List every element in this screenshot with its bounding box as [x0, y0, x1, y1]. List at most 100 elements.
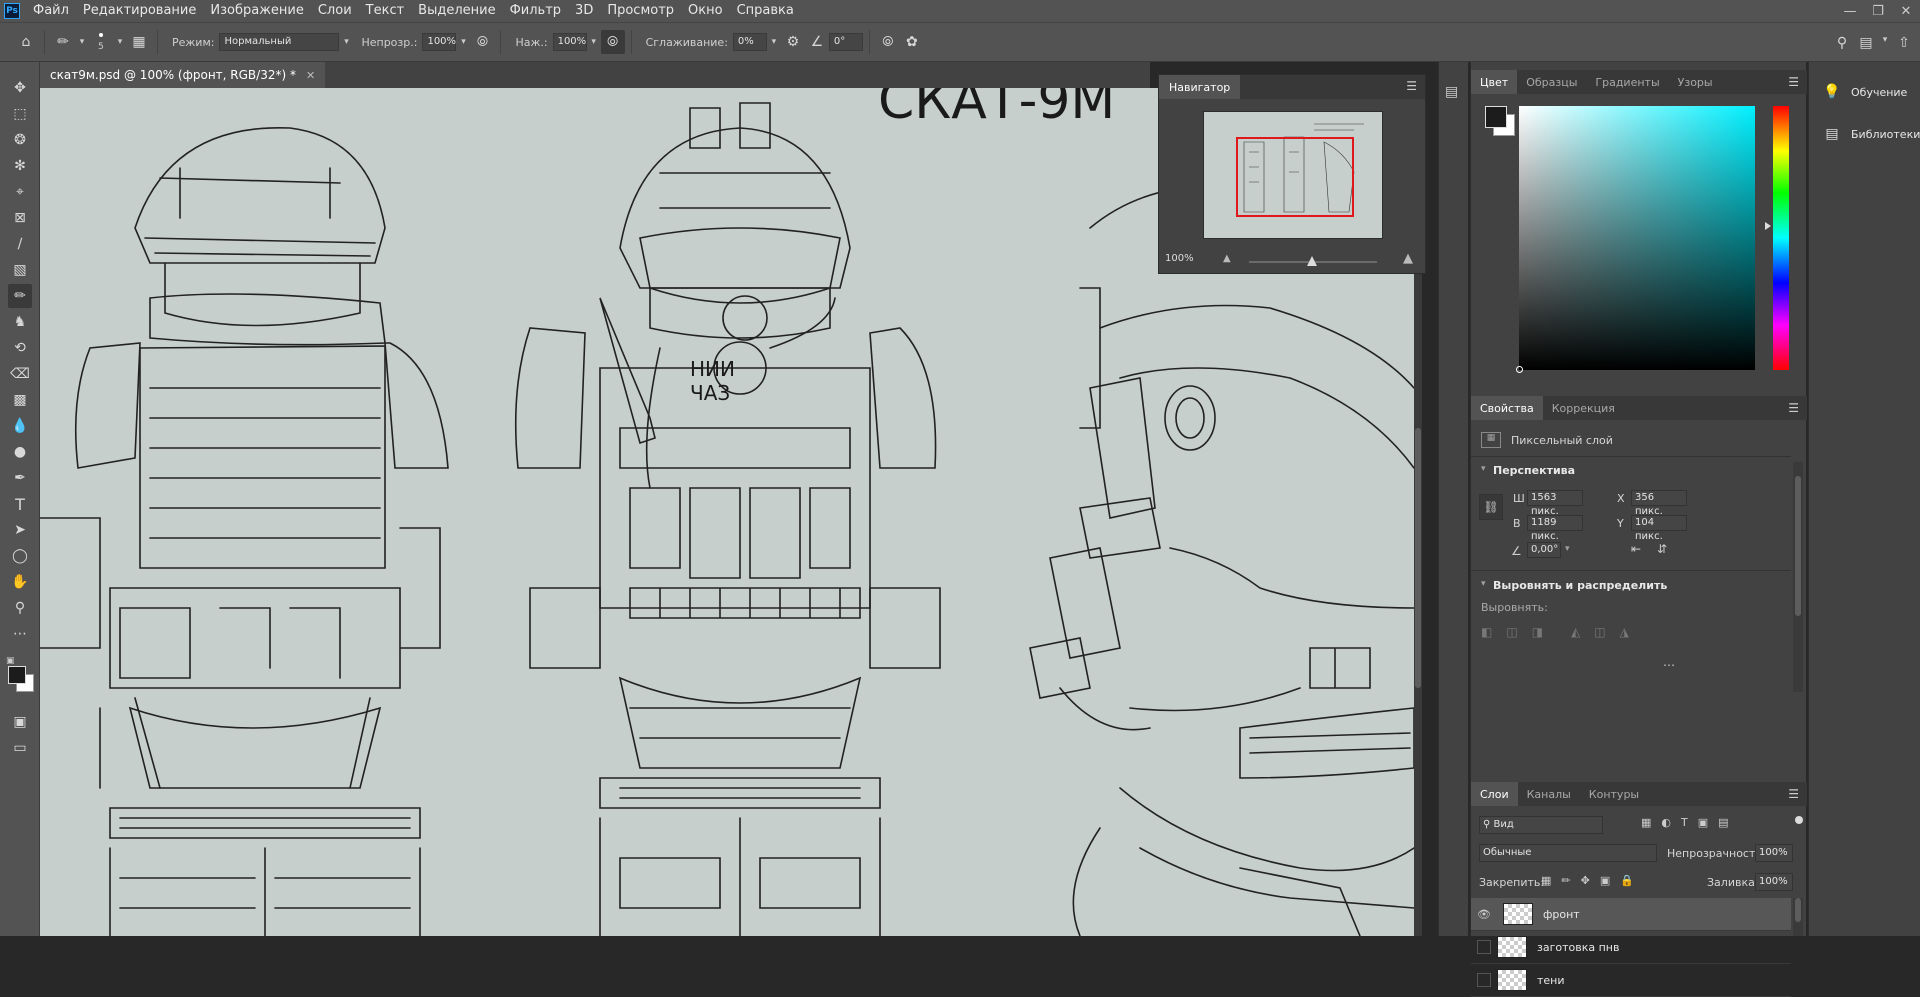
scrollbar-thumb[interactable]: [1795, 476, 1801, 616]
default-colors-icon[interactable]: ▣: [6, 656, 15, 666]
visibility-toggle[interactable]: [1477, 940, 1491, 954]
filter-toggle-icon[interactable]: [1795, 816, 1803, 824]
history-brush-tool-icon[interactable]: ⟲: [8, 336, 32, 360]
angle-field[interactable]: 0°: [828, 33, 863, 51]
lock-artboard-icon[interactable]: ▣: [1600, 874, 1610, 887]
filter-adjustment-icon[interactable]: ◐: [1661, 816, 1671, 829]
document-tab[interactable]: скат9м.psd @ 100% (фронт, RGB/32*) * ✕: [40, 62, 326, 88]
frame-tool-icon[interactable]: ⊠: [8, 206, 32, 230]
lock-all-icon[interactable]: 🔒: [1620, 874, 1634, 887]
chevron-down-icon[interactable]: ▾: [339, 33, 353, 51]
history-panel-icon[interactable]: ▤: [1445, 84, 1458, 100]
navigator-zoom-slider[interactable]: [1249, 256, 1377, 266]
tab-channels[interactable]: Каналы: [1518, 782, 1580, 806]
menu-edit[interactable]: Редактирование: [76, 0, 203, 22]
filter-type-icon[interactable]: T: [1681, 816, 1688, 829]
lasso-tool-icon[interactable]: ❂: [8, 128, 32, 152]
path-select-tool-icon[interactable]: ➤: [8, 518, 32, 542]
panel-menu-icon[interactable]: ☰: [1788, 401, 1799, 415]
lock-transparency-icon[interactable]: ▦: [1541, 874, 1551, 887]
scrollbar-thumb[interactable]: [1795, 898, 1801, 922]
chevron-down-icon[interactable]: ▾: [75, 33, 89, 51]
hand-tool-icon[interactable]: ✋: [8, 570, 32, 594]
move-tool-icon[interactable]: ✥: [8, 76, 32, 100]
search-icon[interactable]: ⚲: [1830, 31, 1854, 55]
navigator-preview[interactable]: [1203, 111, 1383, 239]
chevron-down-icon[interactable]: ▾: [1565, 544, 1570, 554]
pressure-size-icon[interactable]: ⦾: [876, 30, 900, 54]
tab-gradients[interactable]: Градиенты: [1586, 70, 1668, 94]
menu-filter[interactable]: Фильтр: [503, 0, 568, 22]
chevron-down-icon[interactable]: ▾: [456, 33, 470, 51]
filter-shape-icon[interactable]: ▣: [1698, 816, 1708, 829]
zoom-in-icon[interactable]: ▲: [1403, 251, 1413, 266]
ellipse-tool-icon[interactable]: ◯: [8, 544, 32, 568]
menu-help[interactable]: Справка: [730, 0, 801, 22]
hue-marker[interactable]: [1765, 222, 1771, 230]
gradient-tool-icon[interactable]: ▩: [8, 388, 32, 412]
align-right-icon[interactable]: ◨: [1532, 625, 1543, 639]
eye-icon[interactable]: 👁: [1471, 908, 1497, 921]
blur-tool-icon[interactable]: 💧: [8, 414, 32, 438]
chevron-down-icon[interactable]: ▾: [1481, 579, 1486, 589]
flip-vertical-icon[interactable]: ⇵: [1657, 542, 1667, 556]
symmetry-icon[interactable]: ✿: [900, 30, 924, 54]
gear-icon[interactable]: ⚙: [781, 30, 805, 54]
angle-field[interactable]: 0,00°: [1527, 542, 1561, 558]
tab-properties[interactable]: Свойства: [1471, 396, 1543, 420]
home-icon[interactable]: ⌂: [14, 30, 38, 54]
hue-slider[interactable]: [1773, 106, 1789, 370]
close-tab-icon[interactable]: ✕: [306, 69, 315, 82]
color-picker-field[interactable]: [1516, 106, 1755, 373]
dodge-tool-icon[interactable]: ●: [8, 440, 32, 464]
chevron-down-icon[interactable]: ▾: [1481, 464, 1486, 474]
minimize-icon[interactable]: —: [1836, 0, 1864, 22]
lock-pixels-icon[interactable]: ✏: [1561, 874, 1570, 887]
tab-color[interactable]: Цвет: [1471, 70, 1518, 94]
type-tool-icon[interactable]: T: [8, 492, 32, 516]
zoom-tool-icon[interactable]: ⚲: [8, 596, 32, 620]
pen-tool-icon[interactable]: ✒: [8, 466, 32, 490]
screen-mode-icon[interactable]: ▭: [8, 736, 32, 760]
libraries-item[interactable]: ▤ Библиотеки: [1809, 118, 1920, 150]
eyedropper-tool-icon[interactable]: ∕: [8, 232, 32, 256]
tab-layers[interactable]: Слои: [1471, 782, 1518, 806]
align-center-icon[interactable]: ◫: [1506, 625, 1517, 639]
panel-menu-icon[interactable]: ☰: [1788, 75, 1799, 89]
y-field[interactable]: 104 пикс.: [1631, 515, 1687, 542]
chevron-down-icon[interactable]: ▾: [767, 33, 781, 51]
healing-brush-tool-icon[interactable]: ▧: [8, 258, 32, 282]
brush-tool-icon[interactable]: ✏: [51, 30, 75, 54]
more-tools-icon[interactable]: ⋯: [8, 622, 32, 646]
zoom-out-icon[interactable]: ▲: [1223, 253, 1231, 264]
blend-mode-select[interactable]: Обычные: [1479, 844, 1657, 862]
scrollbar-thumb[interactable]: [1415, 428, 1421, 688]
restore-icon[interactable]: ❐: [1864, 0, 1892, 22]
visibility-toggle[interactable]: [1477, 973, 1491, 987]
panel-menu-icon[interactable]: ☰: [1788, 787, 1799, 801]
chevron-down-icon[interactable]: ▾: [587, 33, 601, 51]
color-cursor[interactable]: [1516, 366, 1523, 373]
align-bottom-icon[interactable]: ◮: [1620, 625, 1629, 639]
quick-mask-icon[interactable]: ▣: [8, 710, 32, 734]
layer-filter-select[interactable]: ⚲ Вид: [1479, 816, 1603, 834]
airbrush-icon[interactable]: ⦾: [600, 30, 625, 54]
panel-menu-icon[interactable]: ☰: [1406, 79, 1417, 93]
tab-swatches[interactable]: Образцы: [1517, 70, 1586, 94]
properties-scrollbar[interactable]: [1793, 462, 1803, 692]
foreground-color-swatch[interactable]: [1485, 106, 1507, 128]
align-top-icon[interactable]: ◭: [1571, 625, 1580, 639]
brush-settings-icon[interactable]: ▦: [127, 30, 151, 54]
flip-horizontal-icon[interactable]: ⇤: [1631, 542, 1641, 556]
filter-smart-object-icon[interactable]: ▤: [1718, 816, 1728, 829]
slider-handle[interactable]: [1307, 256, 1317, 266]
menu-text[interactable]: Текст: [359, 0, 412, 22]
tab-adjustments[interactable]: Коррекция: [1543, 396, 1624, 420]
chevron-down-icon[interactable]: ▾: [113, 33, 127, 51]
clone-stamp-tool-icon[interactable]: ♞: [8, 310, 32, 334]
pressure-opacity-icon[interactable]: ⦾: [470, 30, 494, 54]
workspace-icon[interactable]: ▤: [1854, 31, 1878, 55]
share-icon[interactable]: ⇧: [1892, 31, 1916, 55]
layer-opacity-field[interactable]: 100%: [1755, 844, 1793, 862]
foreground-color-swatch[interactable]: [8, 666, 26, 684]
